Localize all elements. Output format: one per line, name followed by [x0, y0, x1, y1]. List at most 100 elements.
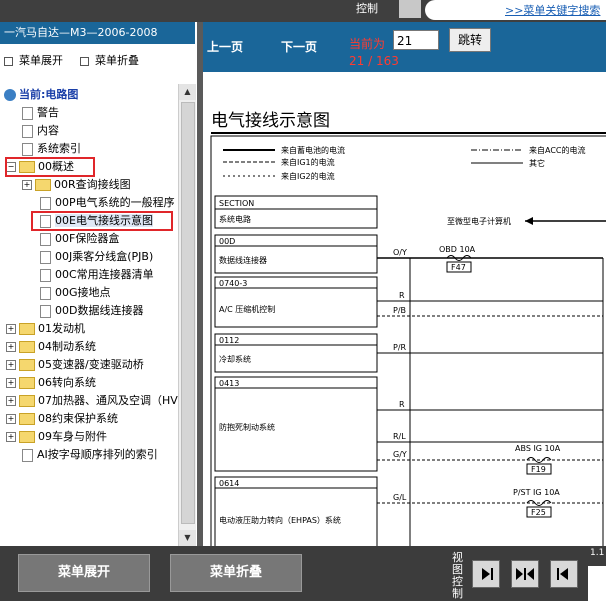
- tree-current: 当前:电路图: [4, 86, 78, 104]
- tree-item-system-index[interactable]: 系统索引: [22, 140, 81, 158]
- wire-label: R: [399, 400, 405, 409]
- expand-toggle-icon[interactable]: +: [6, 324, 16, 334]
- document-icon: [40, 196, 51, 210]
- wire-label: G/L: [393, 493, 407, 502]
- section-code: 0740-3: [219, 279, 247, 288]
- fuse-id: F47: [451, 263, 466, 272]
- expand-icon: [4, 56, 13, 66]
- section-name: 数据线连接器: [219, 255, 267, 265]
- document-icon: [40, 304, 51, 318]
- tree-item-contents[interactable]: 内容: [22, 122, 59, 140]
- tree-item-data-link[interactable]: 00D数据线连接器: [40, 302, 143, 320]
- tree-folder-steering[interactable]: +06转向系统: [6, 374, 96, 392]
- tree-item-connectors[interactable]: 00C常用连接器清单: [40, 266, 154, 284]
- arrow-right-icon: [482, 568, 493, 580]
- section-code: 0614: [219, 479, 239, 488]
- collapse-menu-button[interactable]: 菜单折叠: [170, 554, 302, 592]
- tree-item-fuse-box[interactable]: 00F保险器盒: [40, 230, 119, 248]
- legend-battery-text: 来自蓄电池的电流: [281, 145, 345, 155]
- section-name: 防抱死制动系统: [219, 422, 275, 432]
- tree-folder-brakes[interactable]: +04制动系统: [6, 338, 96, 356]
- section-name: A/C 压缩机控制: [219, 304, 275, 314]
- document-icon: [40, 250, 51, 264]
- wire-label: R: [399, 291, 405, 300]
- expand-toggle-icon[interactable]: +: [6, 396, 16, 406]
- folder-icon: [19, 377, 35, 389]
- arrow-both-icon: [516, 568, 534, 580]
- tree-item-alpha-index[interactable]: AI按字母顺序排列的索引: [22, 446, 158, 464]
- section-code: 00D: [219, 237, 235, 246]
- tree-folder-transmission[interactable]: +05变速器/变速驱动桥: [6, 356, 144, 374]
- scroll-up-icon[interactable]: ▲: [179, 84, 196, 100]
- expand-menu-button[interactable]: 菜单展开: [18, 554, 150, 592]
- section-code: 0112: [219, 336, 239, 345]
- menu-toggle-row: 菜单展开 菜单折叠: [0, 48, 195, 68]
- corner-panel: [588, 566, 606, 601]
- section-box-00d: [214, 234, 378, 274]
- tree-item-ground-points[interactable]: 00G接地点: [40, 284, 111, 302]
- expand-toggle-icon[interactable]: +: [6, 342, 16, 352]
- folder-icon: [19, 395, 35, 407]
- tree-folder-engine[interactable]: +01发动机: [6, 320, 85, 338]
- collapse-menu-link[interactable]: 菜单折叠: [80, 52, 139, 68]
- tree-folder-wiring-lookup[interactable]: +00R查询接线图: [22, 176, 131, 194]
- wire-label: O/Y: [393, 248, 407, 257]
- keyword-search-link[interactable]: >>菜单关键字搜索: [505, 2, 600, 18]
- next-page-link[interactable]: 下一页: [281, 38, 317, 55]
- document-icon: [22, 124, 33, 138]
- current-page-label: 当前为: [349, 37, 386, 51]
- left-panel-title: 一汽马自达—M3—2006-2008: [0, 22, 195, 44]
- legend-other-text: 其它: [529, 158, 545, 168]
- expand-menu-link[interactable]: 菜单展开: [4, 52, 63, 68]
- folder-icon: [19, 341, 35, 353]
- prev-page-link[interactable]: 上一页: [207, 38, 243, 55]
- wire-label: P/B: [393, 306, 406, 315]
- tree-item-general-procedure[interactable]: 00P电气系统的一般程序: [40, 194, 175, 212]
- section-code: SECTION: [219, 199, 254, 208]
- fuse-name: ABS IG 10A: [515, 444, 561, 453]
- section-code: 0413: [219, 379, 239, 388]
- legend-acc-text: 来自ACC的电流: [529, 145, 586, 155]
- view-right-button[interactable]: [472, 560, 500, 588]
- corner-text: 1.1: [590, 548, 605, 558]
- highlight-overview: [5, 157, 95, 177]
- wire-label: G/Y: [393, 450, 407, 459]
- tree-scrollbar[interactable]: ▲ ▼: [178, 84, 196, 546]
- ecu-label: 至微型电子计算机: [447, 216, 511, 226]
- folder-icon: [19, 413, 35, 425]
- current-icon: [4, 89, 16, 101]
- document-icon: [22, 142, 33, 156]
- folder-icon: [35, 179, 51, 191]
- view-left-button[interactable]: [550, 560, 578, 588]
- wire-label: R/L: [393, 432, 406, 441]
- section-name: 系统电路: [219, 214, 251, 224]
- folder-icon: [19, 359, 35, 371]
- top-strip: 控制 >>菜单关键字搜索: [0, 0, 606, 22]
- expand-toggle-icon[interactable]: +: [6, 360, 16, 370]
- tree-item-warning[interactable]: 警告: [22, 104, 59, 122]
- tree-item-pjb[interactable]: 00J乘客分线盒(PJB): [40, 248, 153, 266]
- scroll-down-icon[interactable]: ▼: [179, 530, 196, 546]
- scroll-thumb[interactable]: [181, 102, 195, 524]
- jump-button[interactable]: 跳转: [449, 28, 491, 52]
- tree-folder-hvac[interactable]: +07加热器、通风及空调（HV: [6, 392, 178, 410]
- control-label: 控制: [356, 2, 378, 15]
- view-center-button[interactable]: [511, 560, 539, 588]
- logo-icon: [399, 0, 421, 18]
- document-icon: [40, 232, 51, 246]
- wiring-diagram: 来自蓄电池的电流 来自IG1的电流 来自IG2的电流 来自ACC的电流 其它 至…: [210, 135, 606, 546]
- collapse-icon: [80, 56, 89, 66]
- legend-ig1-text: 来自IG1的电流: [281, 157, 335, 167]
- expand-toggle-icon[interactable]: +: [6, 378, 16, 388]
- document-icon: [40, 286, 51, 300]
- section-name: 冷却系统: [219, 354, 251, 364]
- left-panel: 一汽马自达—M3—2006-2008 菜单展开 菜单折叠 当前:电路图 警告 内…: [0, 22, 197, 546]
- page-number-input[interactable]: 21: [393, 30, 439, 50]
- page-nav: 上一页 下一页 当前为 21 跳转 21 / 163: [203, 22, 606, 72]
- expand-toggle-icon[interactable]: +: [22, 180, 32, 190]
- keyword-search-tab[interactable]: >>菜单关键字搜索: [425, 0, 606, 20]
- tree-folder-body[interactable]: +09车身与附件: [6, 428, 107, 446]
- tree-folder-restraints[interactable]: +08约束保护系统: [6, 410, 118, 428]
- expand-toggle-icon[interactable]: +: [6, 414, 16, 424]
- expand-toggle-icon[interactable]: +: [6, 432, 16, 442]
